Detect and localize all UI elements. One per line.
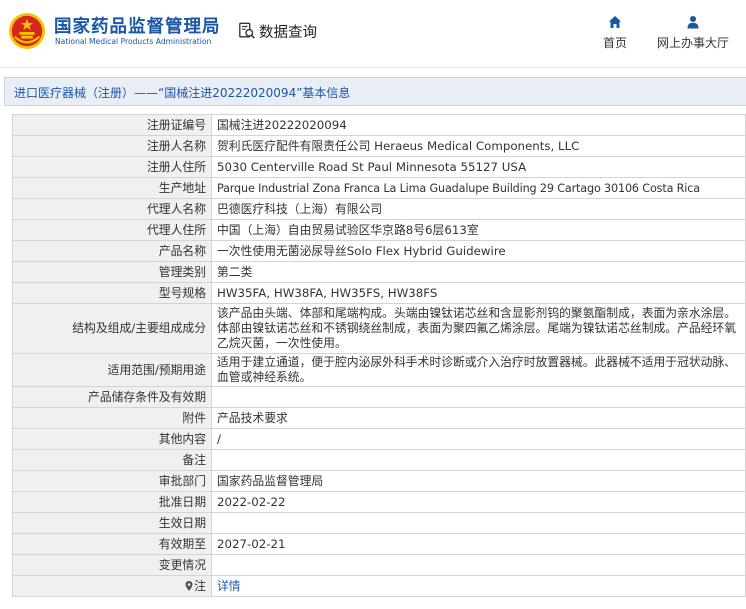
document-search-icon bbox=[239, 22, 255, 39]
breadcrumb-text: 进口医疗器械（注册）——“国械注进20222020094”基本信息 bbox=[14, 86, 351, 100]
table-row: 管理类别 第二类 bbox=[12, 261, 746, 283]
data-query-label: 数据查询 bbox=[259, 24, 317, 41]
table-row: 结构及组成/主要组成成分 该产品由头端、体部和尾端构成。头端由镍钛诺芯丝和含显影… bbox=[12, 303, 746, 354]
table-row: 型号规格 HW35FA, HW38FA, HW35FS, HW38FS bbox=[12, 282, 746, 304]
table-row: 审批部门 国家药品监督管理局 bbox=[12, 470, 746, 492]
nav-online-service-hall[interactable]: 网上办事大厅 bbox=[652, 15, 734, 51]
table-row: 注册人名称 贺利氏医疗配件有限责任公司 Heraeus Medical Comp… bbox=[12, 135, 746, 157]
registration-detail-table: 注册证编号 国械注进20222020094 注册人名称 贺利氏医疗配件有限责任公… bbox=[12, 114, 746, 597]
row-label: 注册证编号 bbox=[12, 114, 212, 136]
row-value: 该产品由头端、体部和尾端构成。头端由镍钛诺芯丝和含显影剂钨的聚氨酯制成，表面为亲… bbox=[211, 303, 746, 354]
row-value bbox=[211, 554, 746, 576]
row-label: 变更情况 bbox=[12, 554, 212, 576]
site-subtitle: National Medical Products Administration bbox=[55, 37, 212, 46]
note-label-cell: 注 bbox=[12, 575, 212, 597]
table-row: 生产地址 Parque Industrial Zona Franca La Li… bbox=[12, 177, 746, 199]
row-label: 型号规格 bbox=[12, 282, 212, 304]
row-label: 审批部门 bbox=[12, 470, 212, 492]
row-label: 管理类别 bbox=[12, 261, 212, 283]
row-label: 备注 bbox=[12, 449, 212, 471]
row-label: 产品储存条件及有效期 bbox=[12, 386, 212, 408]
row-value: 5030 Centerville Road St Paul Minnesota … bbox=[211, 156, 746, 178]
row-label: 附件 bbox=[12, 407, 212, 429]
row-label: 产品名称 bbox=[12, 240, 212, 262]
location-pin-icon bbox=[185, 580, 193, 591]
row-label: 生效日期 bbox=[12, 512, 212, 534]
row-value: 第二类 bbox=[211, 261, 746, 283]
nav-home-label: 首页 bbox=[602, 36, 627, 50]
breadcrumb: 进口医疗器械（注册）——“国械注进20222020094”基本信息 bbox=[4, 77, 746, 106]
table-row: 适用范围/预期用途 适用于建立通道，便于腔内泌尿外科手术时诊断或介入治疗时放置器… bbox=[12, 353, 746, 387]
row-label: 结构及组成/主要组成成分 bbox=[12, 303, 212, 354]
table-row: 注册人住所 5030 Centerville Road St Paul Minn… bbox=[12, 156, 746, 178]
note-value-cell: 详情 bbox=[211, 575, 746, 597]
table-row: 注册证编号 国械注进20222020094 bbox=[12, 114, 746, 136]
site-header: 国家药品监督管理局 National Medical Products Admi… bbox=[0, 0, 746, 68]
row-value bbox=[211, 449, 746, 471]
row-value: 国家药品监督管理局 bbox=[211, 470, 746, 492]
table-row: 产品储存条件及有效期 bbox=[12, 386, 746, 408]
table-row-note: 注 详情 bbox=[12, 575, 746, 597]
row-label: 批准日期 bbox=[12, 491, 212, 513]
row-value: / bbox=[211, 428, 746, 450]
row-label: 代理人住所 bbox=[12, 219, 212, 241]
row-value: 一次性使用无菌泌尿导丝Solo Flex Hybrid Guidewire bbox=[211, 240, 746, 262]
table-row: 批准日期 2022-02-22 bbox=[12, 491, 746, 513]
row-value: 适用于建立通道，便于腔内泌尿外科手术时诊断或介入治疗时放置器械。此器械不适用于冠… bbox=[211, 353, 746, 387]
row-label: 有效期至 bbox=[12, 533, 212, 555]
row-label: 注册人名称 bbox=[12, 135, 212, 157]
nav-home[interactable]: 首页 bbox=[598, 15, 632, 51]
nav-online-service-label: 网上办事大厅 bbox=[656, 36, 729, 50]
data-query-link[interactable]: 数据查询 bbox=[238, 20, 317, 42]
user-icon bbox=[687, 16, 699, 29]
national-emblem-icon bbox=[8, 12, 46, 50]
table-row: 代理人住所 中国（上海）自由贸易试验区华京路8号6层613室 bbox=[12, 219, 746, 241]
table-row: 代理人名称 巴德医疗科技（上海）有限公司 bbox=[12, 198, 746, 220]
table-row: 变更情况 bbox=[12, 554, 746, 576]
note-label: 注 bbox=[194, 578, 206, 593]
row-value: 产品技术要求 bbox=[211, 407, 746, 429]
table-row: 附件 产品技术要求 bbox=[12, 407, 746, 429]
table-row: 生效日期 bbox=[12, 512, 746, 534]
home-icon bbox=[609, 16, 621, 28]
site-title: 国家药品监督管理局 bbox=[54, 17, 221, 37]
row-value: 巴德医疗科技（上海）有限公司 bbox=[211, 198, 746, 220]
table-row: 备注 bbox=[12, 449, 746, 471]
row-label: 生产地址 bbox=[12, 177, 212, 199]
row-value: 贺利氏医疗配件有限责任公司 Heraeus Medical Components… bbox=[211, 135, 746, 157]
row-value bbox=[211, 512, 746, 534]
row-value: 2022-02-22 bbox=[211, 491, 746, 513]
row-label: 代理人名称 bbox=[12, 198, 212, 220]
table-row: 产品名称 一次性使用无菌泌尿导丝Solo Flex Hybrid Guidewi… bbox=[12, 240, 746, 262]
details-link[interactable]: 详情 bbox=[217, 579, 241, 593]
row-value: 2027-02-21 bbox=[211, 533, 746, 555]
row-value: HW35FA, HW38FA, HW35FS, HW38FS bbox=[211, 282, 746, 304]
row-label: 其他内容 bbox=[12, 428, 212, 450]
table-row: 其他内容 / bbox=[12, 428, 746, 450]
row-value: 中国（上海）自由贸易试验区华京路8号6层613室 bbox=[211, 219, 746, 241]
row-value: Parque Industrial Zona Franca La Lima Gu… bbox=[211, 177, 746, 199]
row-value bbox=[211, 386, 746, 408]
row-value: 国械注进20222020094 bbox=[211, 114, 746, 136]
row-label: 注册人住所 bbox=[12, 156, 212, 178]
table-row: 有效期至 2027-02-21 bbox=[12, 533, 746, 555]
row-label: 适用范围/预期用途 bbox=[12, 353, 212, 387]
